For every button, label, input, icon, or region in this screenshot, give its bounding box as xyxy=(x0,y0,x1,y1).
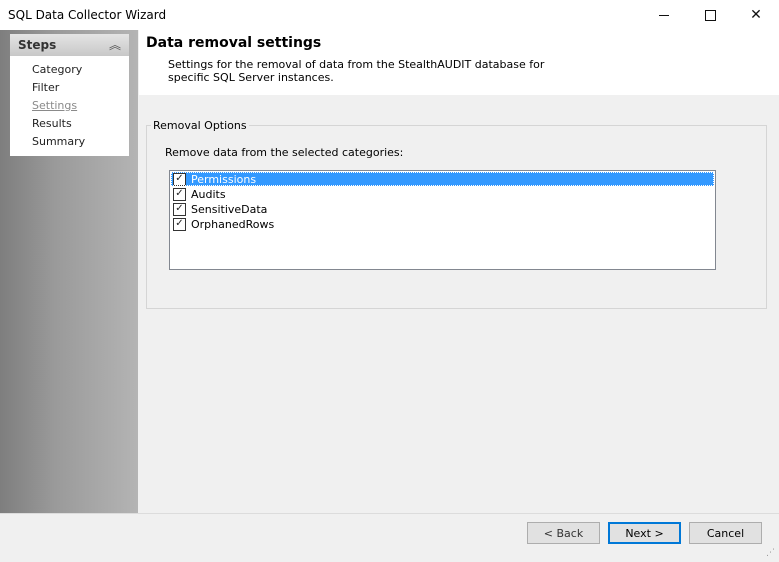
category-item-orphanedrows[interactable]: ✓ OrphanedRows xyxy=(171,217,714,231)
cancel-button[interactable]: Cancel xyxy=(689,522,762,544)
category-item-permissions[interactable]: ✓ Permissions xyxy=(171,172,714,186)
close-button[interactable]: ✕ xyxy=(733,0,779,30)
maximize-icon xyxy=(704,9,716,21)
resize-grip-icon[interactable]: ⋰ xyxy=(766,548,777,559)
maximize-button[interactable] xyxy=(687,0,733,30)
page-description: Settings for the removal of data from th… xyxy=(168,58,545,84)
category-label: OrphanedRows xyxy=(191,217,275,231)
step-results[interactable]: Results xyxy=(32,117,72,130)
category-item-sensitivedata[interactable]: ✓ SensitiveData xyxy=(171,202,714,216)
category-label: Audits xyxy=(191,187,226,201)
back-button[interactable]: < Back xyxy=(527,522,600,544)
steps-header[interactable]: Steps ︽ xyxy=(10,34,129,56)
minimize-icon xyxy=(659,14,669,16)
step-settings[interactable]: Settings xyxy=(32,99,77,112)
step-summary[interactable]: Summary xyxy=(32,135,85,148)
page-title: Data removal settings xyxy=(146,35,322,51)
category-item-audits[interactable]: ✓ Audits xyxy=(171,187,714,201)
checkbox-permissions[interactable]: ✓ xyxy=(173,172,186,186)
step-category[interactable]: Category xyxy=(32,63,82,76)
close-icon: ✕ xyxy=(750,7,762,23)
checkbox-audits[interactable]: ✓ xyxy=(173,187,186,201)
collapse-chevron-icon[interactable]: ︽ xyxy=(109,36,121,53)
categories-checklist[interactable]: ✓ Permissions ✓ Audits ✓ SensitiveData ✓… xyxy=(169,170,716,270)
steps-panel: Steps ︽ Category Filter Settings Results… xyxy=(10,34,129,156)
category-label: SensitiveData xyxy=(191,202,268,216)
minimize-button[interactable] xyxy=(641,0,687,30)
step-filter[interactable]: Filter xyxy=(32,81,59,94)
categories-prompt: Remove data from the selected categories… xyxy=(165,146,404,159)
next-button[interactable]: Next > xyxy=(608,522,681,544)
steps-header-label: Steps xyxy=(18,38,57,52)
checkbox-sensitivedata[interactable]: ✓ xyxy=(173,202,186,216)
group-label: Removal Options xyxy=(151,119,249,132)
checkbox-orphanedrows[interactable]: ✓ xyxy=(173,217,186,231)
category-label: Permissions xyxy=(191,172,257,186)
title-bar: SQL Data Collector Wizard ✕ xyxy=(0,0,779,30)
page-header: Data removal settings Settings for the r… xyxy=(139,30,779,95)
window-title: SQL Data Collector Wizard xyxy=(8,8,167,22)
